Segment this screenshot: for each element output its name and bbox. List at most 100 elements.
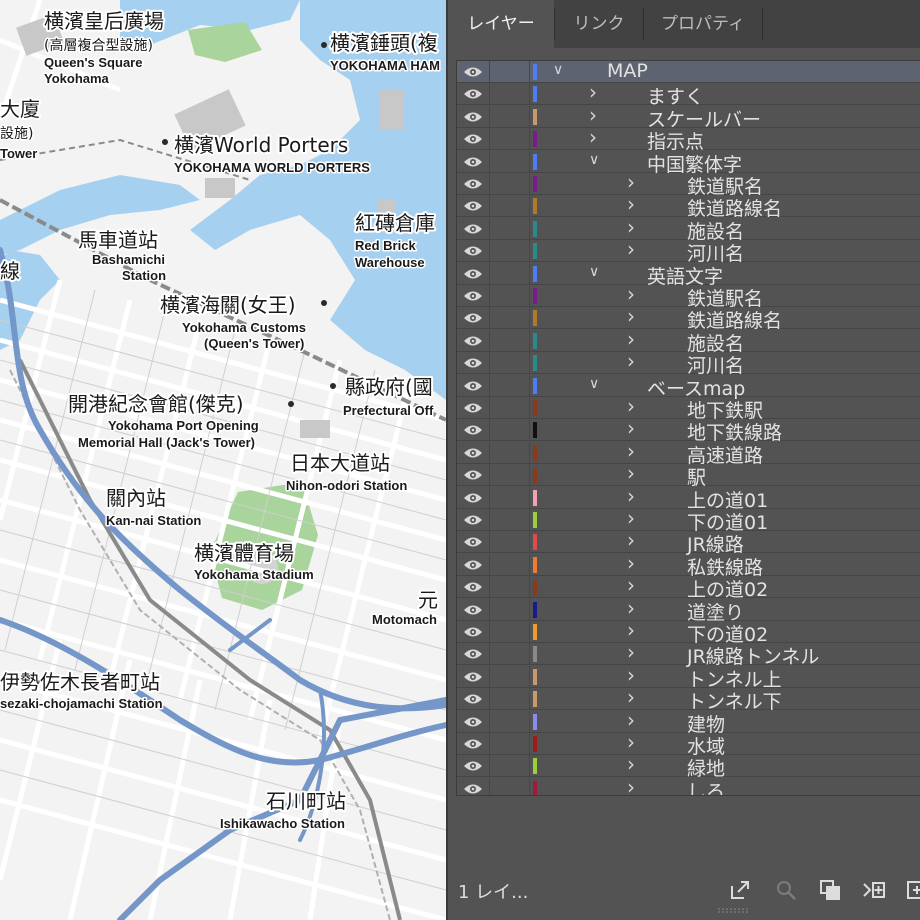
chevron-down-icon[interactable]: ∨ bbox=[589, 152, 599, 168]
visibility-eye-icon[interactable] bbox=[463, 782, 483, 796]
lock-toggle[interactable] bbox=[493, 464, 527, 485]
chevron-right-icon[interactable]: › bbox=[627, 484, 635, 508]
layer-list[interactable]: ∨ MAP › ますく › スケールバー › 指示点 ∨ 中国繁体字 › 鉄道駅名 › 鉄道路線名 › 施設名… bbox=[456, 60, 920, 796]
layer-row[interactable]: › 河川名 bbox=[457, 237, 920, 265]
chevron-right-icon[interactable]: › bbox=[627, 596, 635, 620]
layer-row[interactable]: › 鉄道駅名 bbox=[457, 282, 920, 310]
chevron-right-icon[interactable]: › bbox=[627, 618, 635, 642]
chevron-right-icon[interactable]: › bbox=[627, 304, 635, 328]
layer-row[interactable]: › 鉄道路線名 bbox=[457, 304, 920, 332]
lock-toggle[interactable] bbox=[493, 195, 527, 216]
lock-toggle[interactable] bbox=[493, 173, 527, 194]
layer-row[interactable]: › 施設名 bbox=[457, 327, 920, 355]
layer-row[interactable]: › 下の道01 bbox=[457, 506, 920, 534]
layer-row[interactable]: › 下の道02 bbox=[457, 618, 920, 646]
chevron-down-icon[interactable]: ∨ bbox=[589, 376, 599, 392]
lock-toggle[interactable] bbox=[493, 755, 527, 776]
chevron-right-icon[interactable]: › bbox=[627, 685, 635, 709]
chevron-right-icon[interactable]: › bbox=[627, 573, 635, 597]
chevron-right-icon[interactable]: › bbox=[627, 282, 635, 306]
chevron-right-icon[interactable]: › bbox=[589, 80, 597, 104]
visibility-eye-icon[interactable] bbox=[463, 199, 483, 213]
chevron-down-icon[interactable]: ∨ bbox=[553, 62, 563, 78]
chevron-right-icon[interactable]: › bbox=[627, 215, 635, 239]
chevron-right-icon[interactable]: › bbox=[627, 237, 635, 261]
chevron-right-icon[interactable]: › bbox=[627, 394, 635, 418]
visibility-eye-icon[interactable] bbox=[463, 401, 483, 415]
layer-row[interactable]: › 建物 bbox=[457, 708, 920, 736]
layer-row[interactable]: › ますく bbox=[457, 80, 920, 108]
lock-toggle[interactable] bbox=[493, 285, 527, 306]
lock-toggle[interactable] bbox=[493, 554, 527, 575]
visibility-eye-icon[interactable] bbox=[463, 177, 483, 191]
visibility-eye-icon[interactable] bbox=[463, 222, 483, 236]
layer-row[interactable]: › トンネル下 bbox=[457, 685, 920, 713]
layer-row[interactable]: › スケールバー bbox=[457, 103, 920, 131]
lock-toggle[interactable] bbox=[493, 509, 527, 530]
lock-toggle[interactable] bbox=[493, 352, 527, 373]
visibility-eye-icon[interactable] bbox=[463, 155, 483, 169]
lock-toggle[interactable] bbox=[493, 778, 527, 795]
lock-toggle[interactable] bbox=[493, 733, 527, 754]
chevron-right-icon[interactable]: › bbox=[627, 551, 635, 575]
layer-row[interactable]: › 施設名 bbox=[457, 215, 920, 243]
chevron-right-icon[interactable]: › bbox=[627, 327, 635, 351]
new-sublayer-icon[interactable] bbox=[862, 878, 886, 902]
lock-toggle[interactable] bbox=[493, 711, 527, 732]
lock-toggle[interactable] bbox=[493, 442, 527, 463]
layer-row[interactable]: › 鉄道駅名 bbox=[457, 170, 920, 198]
visibility-eye-icon[interactable] bbox=[463, 692, 483, 706]
lock-toggle[interactable] bbox=[493, 643, 527, 664]
lock-toggle[interactable] bbox=[493, 487, 527, 508]
search-layer-icon[interactable] bbox=[774, 878, 798, 902]
layer-row[interactable]: › 駅 bbox=[457, 461, 920, 489]
layer-row[interactable]: › 道塗り bbox=[457, 596, 920, 624]
chevron-right-icon[interactable]: › bbox=[627, 170, 635, 194]
layer-row[interactable]: › 上の道02 bbox=[457, 573, 920, 601]
tab-links[interactable]: リンク bbox=[555, 0, 643, 48]
lock-toggle[interactable] bbox=[493, 151, 527, 172]
visibility-eye-icon[interactable] bbox=[463, 110, 483, 124]
visibility-eye-icon[interactable] bbox=[463, 356, 483, 370]
lock-toggle[interactable] bbox=[493, 576, 527, 597]
visibility-eye-icon[interactable] bbox=[463, 423, 483, 437]
visibility-eye-icon[interactable] bbox=[463, 244, 483, 258]
lock-toggle[interactable] bbox=[493, 240, 527, 261]
visibility-eye-icon[interactable] bbox=[463, 267, 483, 281]
visibility-eye-icon[interactable] bbox=[463, 65, 483, 79]
visibility-eye-icon[interactable] bbox=[463, 513, 483, 527]
chevron-right-icon[interactable]: › bbox=[627, 775, 635, 795]
lock-toggle[interactable] bbox=[493, 263, 527, 284]
lock-toggle[interactable] bbox=[493, 61, 527, 82]
visibility-eye-icon[interactable] bbox=[463, 132, 483, 146]
visibility-eye-icon[interactable] bbox=[463, 670, 483, 684]
chevron-right-icon[interactable]: › bbox=[627, 752, 635, 776]
chevron-right-icon[interactable]: › bbox=[627, 506, 635, 530]
layer-row[interactable]: › JR線路 bbox=[457, 528, 920, 556]
layer-row[interactable]: › 私鉄線路 bbox=[457, 551, 920, 579]
layer-row[interactable]: › 指示点 bbox=[457, 125, 920, 153]
layer-row[interactable]: › 地下鉄駅 bbox=[457, 394, 920, 422]
tab-properties[interactable]: プロパティ bbox=[644, 0, 762, 48]
visibility-eye-icon[interactable] bbox=[463, 715, 483, 729]
lock-toggle[interactable] bbox=[493, 688, 527, 709]
layer-row[interactable]: › しろ bbox=[457, 775, 920, 796]
layer-row[interactable]: › JR線路トンネル bbox=[457, 640, 920, 668]
visibility-eye-icon[interactable] bbox=[463, 311, 483, 325]
lock-toggle[interactable] bbox=[493, 106, 527, 127]
visibility-eye-icon[interactable] bbox=[463, 535, 483, 549]
chevron-right-icon[interactable]: › bbox=[627, 416, 635, 440]
visibility-eye-icon[interactable] bbox=[463, 87, 483, 101]
visibility-eye-icon[interactable] bbox=[463, 289, 483, 303]
lock-toggle[interactable] bbox=[493, 397, 527, 418]
visibility-eye-icon[interactable] bbox=[463, 468, 483, 482]
visibility-eye-icon[interactable] bbox=[463, 379, 483, 393]
layer-row[interactable]: › 緑地 bbox=[457, 752, 920, 780]
chevron-right-icon[interactable]: › bbox=[627, 640, 635, 664]
visibility-eye-icon[interactable] bbox=[463, 603, 483, 617]
lock-toggle[interactable] bbox=[493, 330, 527, 351]
layer-row[interactable]: › 河川名 bbox=[457, 349, 920, 377]
chevron-right-icon[interactable]: › bbox=[627, 439, 635, 463]
lock-toggle[interactable] bbox=[493, 419, 527, 440]
layer-row[interactable]: ∨ ベースmap bbox=[457, 374, 920, 400]
